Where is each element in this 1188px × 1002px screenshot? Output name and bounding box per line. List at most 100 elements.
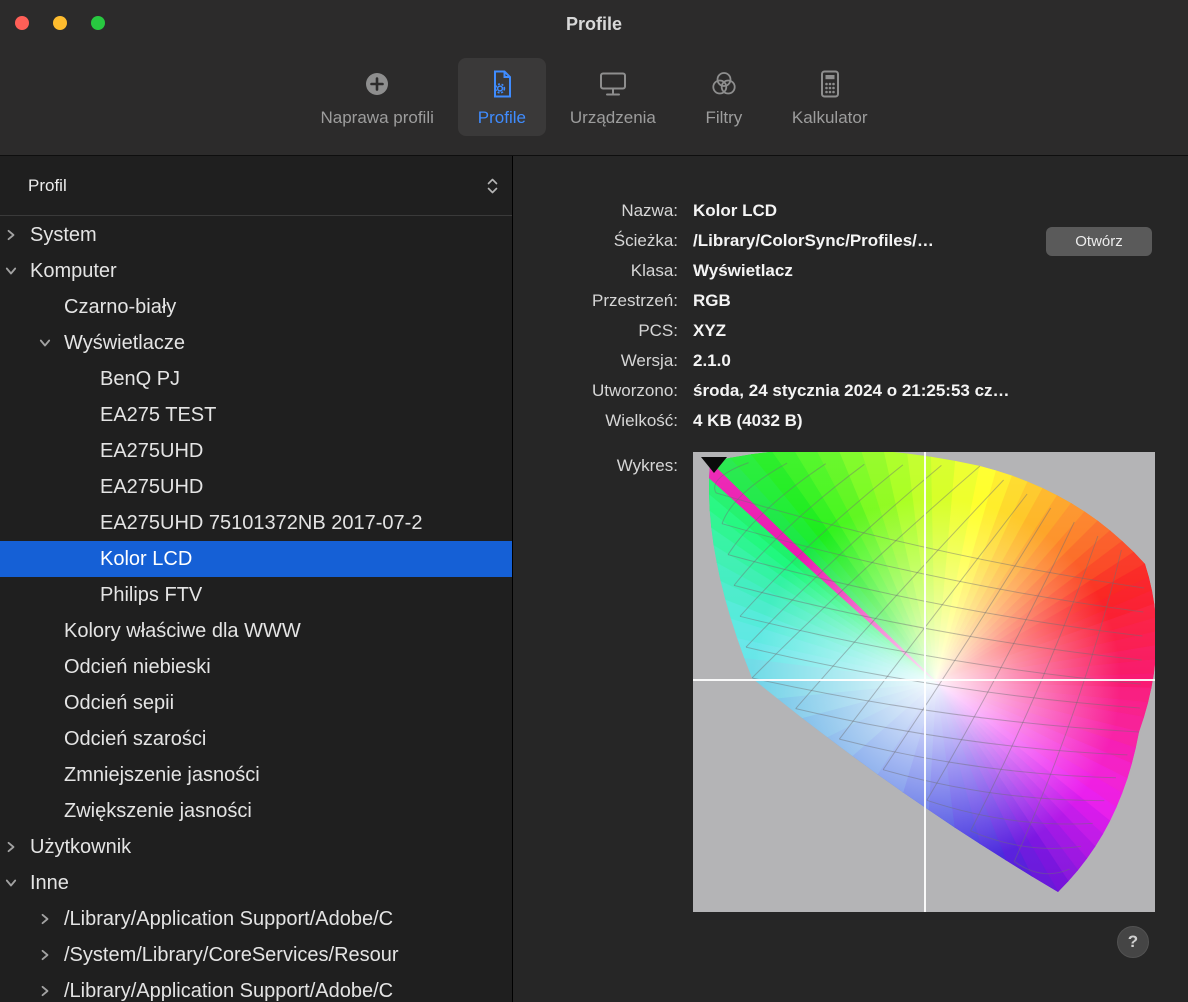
tree-item-label: /System/Library/CoreServices/Resour	[64, 937, 399, 973]
tree-item-zmniejszenie-jasno-ci[interactable]: Zmniejszenie jasności	[0, 757, 512, 793]
devices-display-icon	[596, 67, 630, 101]
tree-item-label: Kolory właściwe dla WWW	[64, 613, 301, 649]
disclosure-expanded-icon[interactable]	[4, 264, 18, 278]
detail-value: XYZ	[693, 321, 726, 341]
tree-item-label: EA275 TEST	[100, 397, 216, 433]
toolbar-item-label: Naprawa profili	[321, 108, 434, 128]
calculator-icon	[813, 67, 847, 101]
detail-label: Przestrzeń:	[514, 291, 678, 311]
open-button[interactable]: Otwórz	[1046, 227, 1152, 256]
tree-item-label: EA275UHD 75101372NB 2017-07-2	[100, 505, 422, 541]
toolbar-item-profile[interactable]: Profile	[458, 58, 546, 136]
detail-label: Klasa:	[514, 261, 678, 281]
disclosure-expanded-icon[interactable]	[4, 876, 18, 890]
tree-item-wy-wietlacze[interactable]: Wyświetlacze	[0, 325, 512, 361]
detail-panel: Nazwa: Kolor LCD Ścieżka: /Library/ColorSyn…	[514, 156, 1188, 1002]
tree-item-komputer[interactable]: Komputer	[0, 253, 512, 289]
toolbar-item-filtry[interactable]: Filtry	[680, 58, 768, 136]
disclosure-collapsed-icon[interactable]	[4, 840, 18, 854]
sidebar-header: Profil	[0, 156, 512, 216]
detail-value: 2.1.0	[693, 351, 731, 371]
sidebar-header-label: Profil	[28, 176, 67, 196]
tree-item-label: EA275UHD	[100, 469, 203, 505]
tree-item-label: Kolor LCD	[100, 541, 192, 577]
tree-item-zwi-kszenie-jasno-ci[interactable]: Zwiększenie jasności	[0, 793, 512, 829]
detail-value: 4 KB (4032 B)	[693, 411, 803, 431]
tree-item-system[interactable]: System	[0, 217, 512, 253]
tree-item-label: /Library/Application Support/Adobe/C	[64, 973, 393, 1002]
tree-item-odcie-szaro-ci[interactable]: Odcień szarości	[0, 721, 512, 757]
tree-item-kolory-w-a-ciwe-dla-www[interactable]: Kolory właściwe dla WWW	[0, 613, 512, 649]
tree-item-label: /Library/Application Support/Adobe/C	[64, 901, 393, 937]
tree-item-label: Wyświetlacze	[64, 325, 185, 361]
tree-item-u-ytkownik[interactable]: Użytkownik	[0, 829, 512, 865]
detail-row-klasa: Klasa:Wyświetlacz	[514, 256, 1188, 286]
colorsync-window: Profile Naprawa profili Profile Urządzenia…	[0, 0, 1188, 1002]
tree-item-ea275uhd[interactable]: EA275UHD	[0, 469, 512, 505]
detail-label: Utworzono:	[514, 381, 678, 401]
sidebar: Profil SystemKomputerCzarno-białyWyświet…	[0, 156, 513, 1002]
tree-item-odcie-sepii[interactable]: Odcień sepii	[0, 685, 512, 721]
detail-row-przestrze: Przestrzeń: RGB	[514, 286, 1188, 316]
tree-item-label: Czarno-biały	[64, 289, 176, 325]
profile-document-icon	[485, 67, 519, 101]
tree-item-label: Odcień niebieski	[64, 649, 211, 685]
disclosure-collapsed-icon[interactable]	[38, 984, 52, 998]
detail-label: Ścieżka:	[514, 231, 678, 251]
gamut-chart[interactable]	[693, 452, 1155, 912]
help-button[interactable]: ?	[1117, 926, 1149, 958]
detail-value: Kolor LCD	[693, 201, 777, 221]
detail-row-utworzono: Utworzono:środa, 24 stycznia 2024 o 21:2…	[514, 376, 1188, 406]
tree-item-kolor-lcd[interactable]: Kolor LCD	[0, 541, 512, 577]
detail-row-wielko: Wielkość: 4 KB (4032 B)	[514, 406, 1188, 436]
tree-item-library-application-support-adobe-c[interactable]: /Library/Application Support/Adobe/C	[0, 901, 512, 937]
detail-row-nazwa: Nazwa: Kolor LCD	[514, 196, 1188, 226]
tree-item-label: Użytkownik	[30, 829, 131, 865]
detail-label: Wielkość:	[514, 411, 678, 431]
tree-item-library-application-support-adobe-c[interactable]: /Library/Application Support/Adobe/C	[0, 973, 512, 1002]
tree-item-ea275uhd-75101372nb-2017-07-2[interactable]: EA275UHD 75101372NB 2017-07-2	[0, 505, 512, 541]
tree-item-benq-pj[interactable]: BenQ PJ	[0, 361, 512, 397]
detail-row-wersja: Wersja: 2.1.0	[514, 346, 1188, 376]
detail-label: Nazwa:	[514, 201, 678, 221]
tree-item-czarno-bia-y[interactable]: Czarno-biały	[0, 289, 512, 325]
tree-item-inne[interactable]: Inne	[0, 865, 512, 901]
filters-circles-icon	[707, 67, 741, 101]
gamut-svg	[693, 452, 1155, 912]
repair-profiles-icon	[360, 67, 394, 101]
tree-item-label: Komputer	[30, 253, 117, 289]
tree-item-philips-ftv[interactable]: Philips FTV	[0, 577, 512, 613]
detail-value: RGB	[693, 291, 731, 311]
titlebar: Profile	[0, 0, 1188, 48]
detail-row-pcs: PCS: XYZ	[514, 316, 1188, 346]
tree-item-label: Philips FTV	[100, 577, 202, 613]
profile-tree: SystemKomputerCzarno-białyWyświetlaczeBe…	[0, 217, 512, 1002]
tree-item-label: System	[30, 217, 97, 253]
disclosure-expanded-icon[interactable]	[38, 336, 52, 350]
sort-toggle-icon[interactable]	[486, 177, 499, 195]
tree-item-odcie-niebieski[interactable]: Odcień niebieski	[0, 649, 512, 685]
toolbar-item-kalkulator[interactable]: Kalkulator	[778, 58, 882, 136]
disclosure-collapsed-icon[interactable]	[38, 948, 52, 962]
tree-item-label: EA275UHD	[100, 433, 203, 469]
toolbar-item-label: Filtry	[705, 108, 742, 128]
tree-item-label: BenQ PJ	[100, 361, 180, 397]
tree-item-ea275uhd[interactable]: EA275UHD	[0, 433, 512, 469]
toolbar-item-label: Profile	[478, 108, 526, 128]
toolbar-item-label: Urządzenia	[570, 108, 656, 128]
disclosure-collapsed-icon[interactable]	[4, 228, 18, 242]
window-title: Profile	[0, 0, 1188, 48]
toolbar-item-naprawa-profili[interactable]: Naprawa profili	[307, 58, 448, 136]
detail-label: Wersja:	[514, 351, 678, 371]
tree-item-label: Zwiększenie jasności	[64, 793, 252, 829]
toolbar-item-urz-dzenia[interactable]: Urządzenia	[556, 58, 670, 136]
detail-value: /Library/ColorSync/Profiles/…	[693, 231, 934, 251]
tree-item-label: Inne	[30, 865, 69, 901]
tree-item-label: Odcień szarości	[64, 721, 206, 757]
tree-item-system-library-coreservices-resour[interactable]: /System/Library/CoreServices/Resour	[0, 937, 512, 973]
detail-label: PCS:	[514, 321, 678, 341]
disclosure-collapsed-icon[interactable]	[38, 912, 52, 926]
tree-item-ea275-test[interactable]: EA275 TEST	[0, 397, 512, 433]
tree-item-label: Zmniejszenie jasności	[64, 757, 260, 793]
tree-item-label: Odcień sepii	[64, 685, 174, 721]
